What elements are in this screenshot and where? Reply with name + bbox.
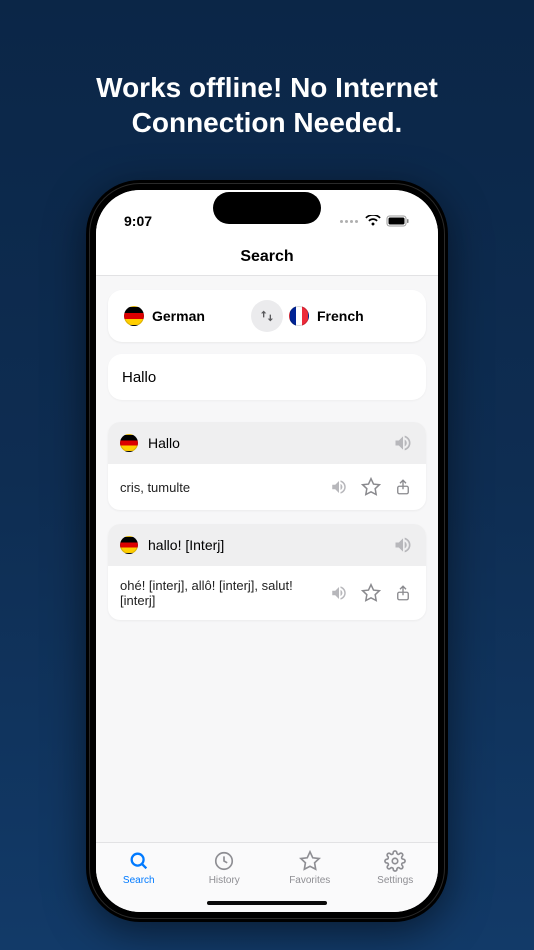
star-icon — [361, 477, 381, 497]
search-icon — [128, 849, 150, 873]
headline-line2: Connection Needed. — [96, 105, 438, 140]
speak-source-button[interactable] — [392, 432, 414, 454]
tab-settings[interactable]: Settings — [365, 849, 425, 886]
tab-label: Search — [123, 875, 155, 886]
share-button[interactable] — [392, 476, 414, 498]
wifi-icon — [365, 215, 381, 227]
gear-icon — [384, 849, 406, 873]
signal-dots-icon — [340, 220, 358, 223]
tab-label: Settings — [377, 875, 413, 886]
german-flag-icon — [120, 536, 138, 554]
tab-history[interactable]: History — [194, 849, 254, 886]
star-icon — [361, 583, 381, 603]
swap-languages-button[interactable] — [251, 300, 283, 332]
share-icon — [394, 584, 412, 602]
result-body: ohé! [interj], allô! [interj], salut! [i… — [108, 566, 426, 620]
source-language[interactable]: German — [124, 306, 245, 326]
dynamic-island — [213, 192, 321, 224]
search-value: Hallo — [122, 369, 156, 386]
star-icon — [299, 849, 321, 873]
speak-translation-button[interactable] — [328, 582, 350, 604]
result-word: Hallo — [148, 435, 382, 451]
result-word: hallo! [Interj] — [148, 537, 382, 553]
phone-screen: 9:07 — [96, 190, 438, 912]
speak-translation-button[interactable] — [328, 476, 350, 498]
favorite-button[interactable] — [360, 582, 382, 604]
tab-label: Favorites — [289, 875, 330, 886]
speaker-icon — [393, 433, 413, 453]
result-header: hallo! [Interj] — [108, 524, 426, 566]
target-language-label: French — [317, 308, 364, 324]
share-button[interactable] — [392, 582, 414, 604]
content-area: German French Hallo — [96, 276, 438, 842]
german-flag-icon — [120, 434, 138, 452]
status-indicators — [330, 215, 410, 227]
share-icon — [394, 478, 412, 496]
tab-label: History — [209, 875, 240, 886]
result-translation: ohé! [interj], allô! [interj], salut! [i… — [120, 578, 318, 608]
result-header: Hallo — [108, 422, 426, 464]
swap-icon — [259, 308, 275, 324]
result-item: hallo! [Interj] ohé! [interj], allô! [in… — [108, 524, 426, 620]
tab-favorites[interactable]: Favorites — [280, 849, 340, 886]
phone-frame: 9:07 — [86, 180, 448, 922]
headline-line1: Works offline! No Internet — [96, 70, 438, 105]
language-selector: German French — [108, 290, 426, 342]
speaker-icon — [330, 478, 348, 496]
target-language[interactable]: French — [289, 306, 410, 326]
home-indicator[interactable] — [207, 901, 327, 905]
result-body: cris, tumulte — [108, 464, 426, 510]
search-input[interactable]: Hallo — [108, 354, 426, 400]
page-title: Search — [240, 248, 293, 266]
nav-bar: Search — [96, 238, 438, 276]
speaker-icon — [330, 584, 348, 602]
result-item: Hallo cris, tumulte — [108, 422, 426, 510]
german-flag-icon — [124, 306, 144, 326]
source-language-label: German — [152, 308, 205, 324]
tab-search[interactable]: Search — [109, 849, 169, 886]
french-flag-icon — [289, 306, 309, 326]
favorite-button[interactable] — [360, 476, 382, 498]
battery-icon — [386, 215, 410, 227]
speak-source-button[interactable] — [392, 534, 414, 556]
result-translation: cris, tumulte — [120, 480, 318, 495]
status-time: 9:07 — [124, 213, 184, 229]
speaker-icon — [393, 535, 413, 555]
marketing-headline: Works offline! No Internet Connection Ne… — [66, 70, 468, 140]
history-icon — [213, 849, 235, 873]
